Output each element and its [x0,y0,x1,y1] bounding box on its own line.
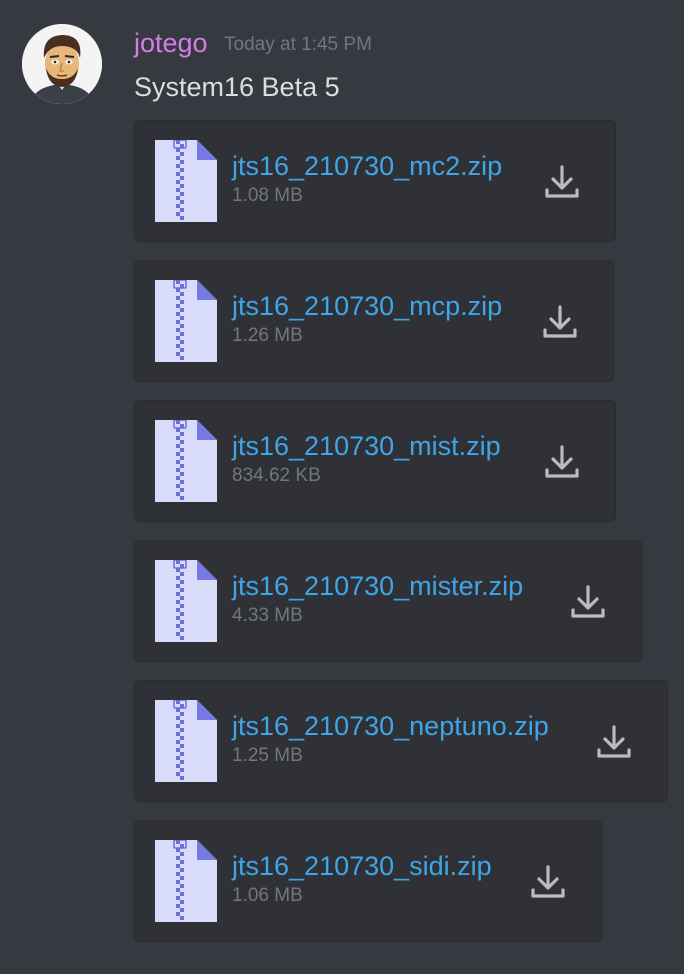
file-name-link[interactable]: jts16_210730_sidi.zip [232,849,492,883]
file-size: 1.26 MB [232,325,303,346]
message-header: jotego Today at 1:45 PM [134,26,372,60]
avatar-portrait-icon [22,24,102,104]
file-name-link[interactable]: jts16_210730_mcp.zip [232,289,502,323]
file-size: 4.33 MB [232,605,303,626]
file-name-link[interactable]: jts16_210730_mister.zip [232,569,523,603]
file-name-link[interactable]: jts16_210730_mc2.zip [232,149,502,183]
file-size: 834.62 KB [232,465,321,486]
file-size: 1.25 MB [232,745,303,766]
zip-file-icon [155,840,217,922]
file-size: 1.06 MB [232,885,303,906]
download-icon[interactable] [595,723,633,761]
username[interactable]: jotego [134,28,208,58]
file-attachment: jts16_210730_mc2.zip 1.08 MB [134,120,616,242]
user-avatar[interactable] [22,24,102,104]
file-attachment: jts16_210730_mcp.zip 1.26 MB [134,260,614,382]
zip-file-icon [155,280,217,362]
download-icon[interactable] [529,863,567,901]
download-icon[interactable] [543,163,581,201]
file-attachment: jts16_210730_neptuno.zip 1.25 MB [134,680,668,802]
zip-file-icon [155,140,217,222]
zip-file-icon [155,560,217,642]
zip-file-icon [155,420,217,502]
download-icon[interactable] [541,303,579,341]
download-icon[interactable] [543,443,581,481]
file-size: 1.08 MB [232,185,303,206]
file-attachment: jts16_210730_mist.zip 834.62 KB [134,400,616,522]
file-attachment: jts16_210730_mister.zip 4.33 MB [134,540,642,662]
message-content: System16 Beta 5 [134,72,340,102]
message-timestamp: Today at 1:45 PM [224,34,372,55]
chat-message: jotego Today at 1:45 PM System16 Beta 5 … [0,0,684,974]
download-icon[interactable] [569,583,607,621]
file-attachment: jts16_210730_sidi.zip 1.06 MB [134,820,602,942]
zip-file-icon [155,700,217,782]
file-name-link[interactable]: jts16_210730_neptuno.zip [232,709,549,743]
file-name-link[interactable]: jts16_210730_mist.zip [232,429,501,463]
